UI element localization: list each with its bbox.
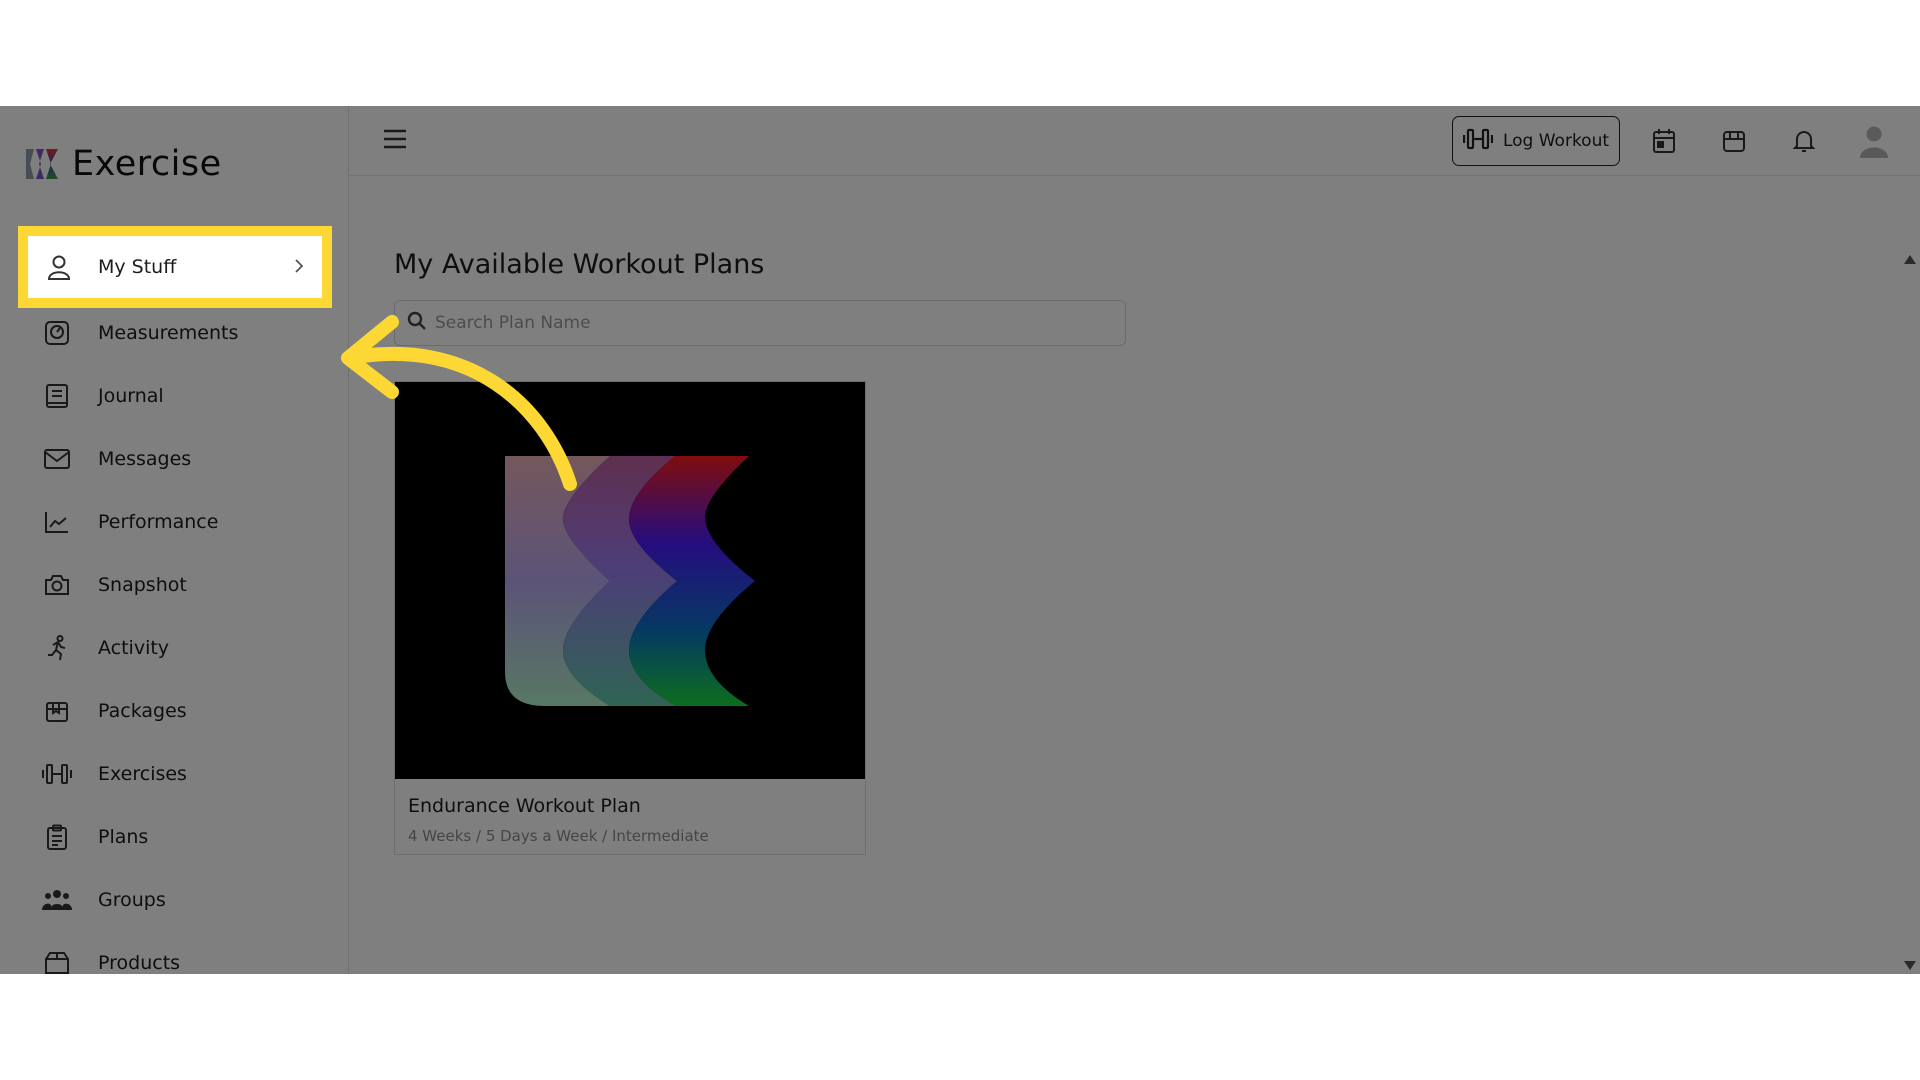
sidebar-item-measurements[interactable]: Measurements	[28, 303, 324, 363]
top-bar: Log Workout	[350, 106, 1920, 176]
bell-icon[interactable]	[1787, 124, 1821, 158]
sidebar-item-my-stuff-highlighted[interactable]: My Stuff	[28, 236, 322, 298]
sidebar-item-label: Activity	[98, 637, 170, 659]
scroll-up-icon[interactable]	[1904, 255, 1916, 264]
menu-icon[interactable]	[382, 128, 408, 155]
mail-icon	[40, 442, 74, 476]
products-icon	[40, 946, 74, 974]
sidebar-item-groups[interactable]: Groups	[28, 870, 324, 930]
chart-icon	[40, 505, 74, 539]
avatar-icon[interactable]	[1857, 124, 1891, 158]
camera-icon	[40, 568, 74, 602]
sidebar-item-label: Measurements	[98, 322, 239, 344]
chevron-right-icon	[294, 258, 304, 279]
sidebar-item-journal[interactable]: Journal	[28, 366, 324, 426]
sidebar-item-label: Messages	[98, 448, 192, 470]
sidebar-item-plans[interactable]: Plans	[28, 807, 324, 867]
logo-icon	[26, 149, 58, 179]
sidebar-item-messages[interactable]: Messages	[28, 429, 324, 489]
group-icon	[40, 883, 74, 917]
sidebar-item-label: Plans	[98, 826, 149, 848]
sidebar-item-label: Products	[98, 952, 181, 974]
journal-icon	[40, 379, 74, 413]
sidebar-item-performance[interactable]: Performance	[28, 492, 324, 552]
box-icon[interactable]	[1717, 124, 1751, 158]
clipboard-icon	[40, 820, 74, 854]
running-icon	[40, 631, 74, 665]
app-frame: Exercise My Stuff Measurements Journal M…	[0, 106, 1920, 974]
app-name: Exercise	[72, 144, 222, 184]
calendar-icon[interactable]	[1647, 124, 1681, 158]
scale-icon	[40, 316, 74, 350]
dumbbell-icon	[40, 757, 74, 791]
log-workout-label: Log Workout	[1502, 131, 1610, 151]
sidebar-item-products[interactable]: Products	[28, 933, 324, 974]
dumbbell-icon	[1462, 128, 1494, 155]
pointer-arrow-icon	[341, 315, 577, 491]
sidebar-item-label: Snapshot	[98, 574, 187, 596]
plan-card-title: Endurance Workout Plan	[408, 795, 641, 817]
sidebar-item-exercises[interactable]: Exercises	[28, 744, 324, 804]
sidebar-item-label: Packages	[98, 700, 187, 722]
app-logo[interactable]: Exercise	[22, 144, 222, 184]
sidebar-item-activity[interactable]: Activity	[28, 618, 324, 678]
sidebar-item-packages[interactable]: Packages	[28, 681, 324, 741]
scroll-down-icon[interactable]	[1904, 961, 1916, 970]
sidebar-item-snapshot[interactable]: Snapshot	[28, 555, 324, 615]
package-icon	[40, 694, 74, 728]
sidebar-item-label: My Stuff	[98, 256, 177, 278]
plan-card-subtitle: 4 Weeks / 5 Days a Week / Intermediate	[408, 827, 709, 845]
user-icon	[44, 252, 74, 282]
sidebar-item-label: Exercises	[98, 763, 187, 785]
sidebar-item-label: Groups	[98, 889, 166, 911]
sidebar-item-label: Performance	[98, 511, 219, 533]
highlight-box[interactable]: My Stuff	[18, 226, 332, 308]
log-workout-button[interactable]: Log Workout	[1452, 116, 1620, 166]
sidebar-item-label: Journal	[98, 385, 164, 407]
